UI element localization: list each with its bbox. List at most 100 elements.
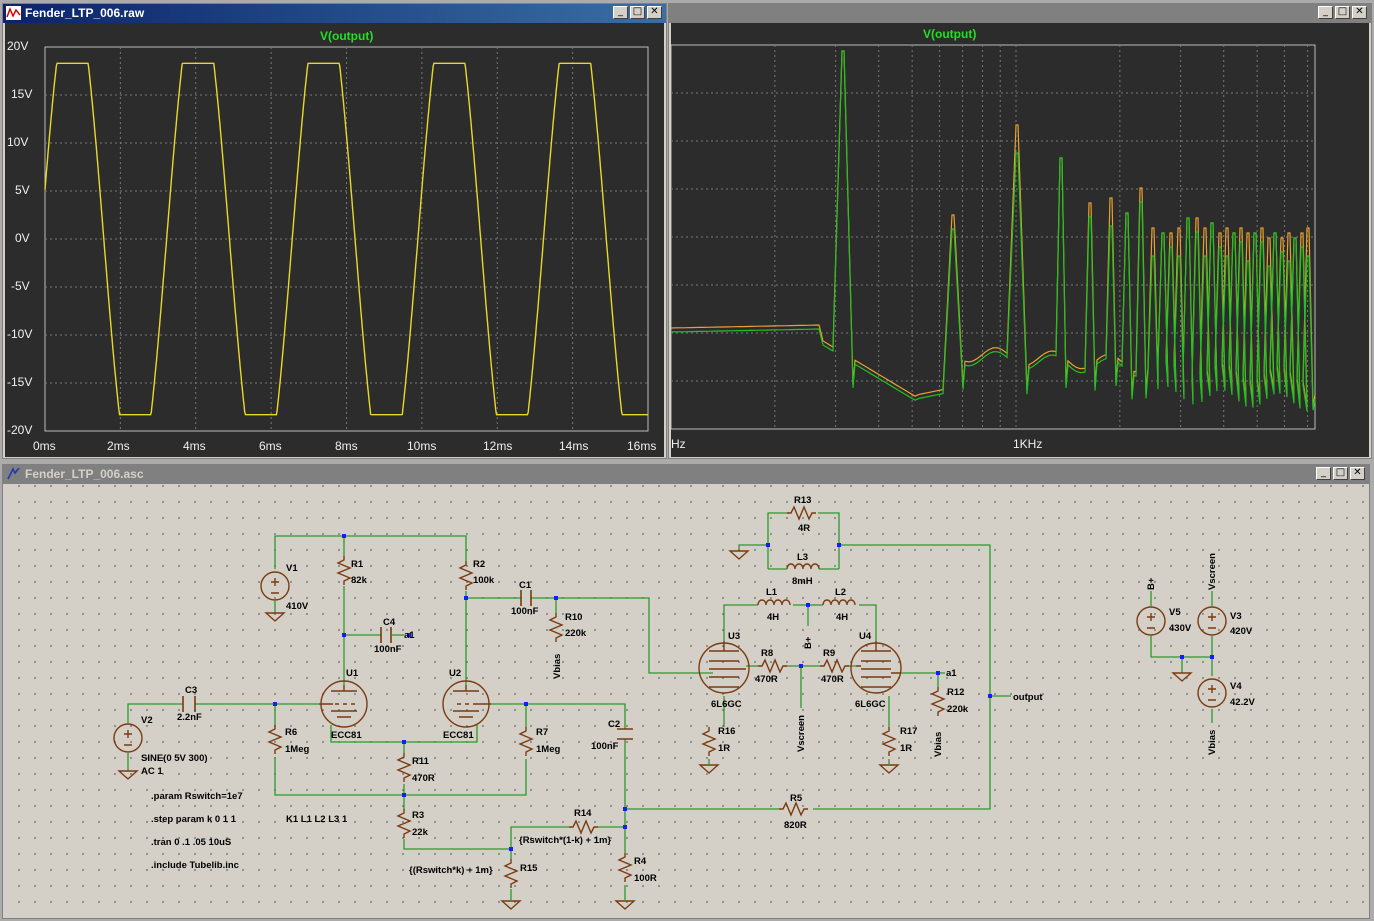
schematic-app-icon	[7, 467, 20, 480]
label-u3-value: 6L6GC	[711, 699, 742, 710]
maximize-button[interactable]: □	[1333, 467, 1348, 480]
tube-u2	[442, 680, 491, 728]
waveform-plot-area[interactable]: V(output) 20V 15V 10V 5V 0V -5V -10V -15…	[5, 23, 664, 457]
net-label-vscreen: Vscreen	[796, 715, 807, 752]
label-c3-name: C3	[185, 685, 197, 696]
waveform-title: Fender_LTP_006.raw	[25, 6, 145, 20]
resistors[interactable]	[267, 505, 946, 888]
label-v2-name: V2	[141, 715, 153, 726]
resistor-r11	[396, 753, 412, 782]
label-c2-value: 100nF	[591, 741, 619, 752]
label-r11-name: R11	[412, 756, 430, 767]
label-r3-name: R3	[412, 810, 424, 821]
schematic-titlebar[interactable]: Fender_LTP_006.asc _ □ ✕	[3, 465, 1369, 484]
source-v1	[260, 571, 290, 601]
label-r6-name: R6	[285, 727, 297, 738]
label-r7-name: R7	[536, 727, 548, 738]
net-label-vbias: Vbias	[933, 732, 944, 757]
label-u1-name: U1	[346, 668, 359, 679]
source-v4	[1197, 678, 1227, 708]
label-u4-name: U4	[859, 631, 872, 642]
resistor-r12	[930, 687, 946, 716]
resistor-r13	[787, 505, 816, 521]
label-r9-name: R9	[823, 648, 835, 659]
net-label-bplus: B+	[803, 636, 814, 649]
close-button[interactable]: ✕	[1350, 467, 1365, 480]
waveform-titlebar[interactable]: Fender_LTP_006.raw _ □ ✕	[3, 4, 666, 23]
inductor-l2	[822, 599, 856, 606]
resistor-r17	[881, 727, 897, 756]
tube-u1	[319, 680, 368, 728]
waveform-svg	[44, 46, 649, 432]
resistor-r5	[779, 801, 808, 817]
capacitor-c3	[182, 696, 196, 712]
spice-directives[interactable]: .param Rswitch=1e7 .step param k 0 1 1 .…	[151, 791, 348, 871]
label-r4-name: R4	[634, 856, 647, 867]
waveform-app-icon	[6, 6, 21, 20]
schematic-canvas[interactable]: R1 82k R2 100k C1 100nF R10 220k V1 410V…	[5, 484, 1367, 916]
minimize-button[interactable]: _	[1318, 6, 1333, 19]
resistor-r8	[758, 658, 787, 674]
resistor-r1	[336, 556, 352, 585]
label-u1-value: ECC81	[331, 730, 362, 741]
fft-window: _ □ ✕ V(output) Hz 1KHz	[668, 3, 1372, 459]
label-l2-value: 4H	[836, 612, 848, 623]
label-l2-name: L2	[835, 587, 846, 598]
label-r9-value: 470R	[821, 674, 844, 685]
label-r11-value: 470R	[412, 773, 435, 784]
label-c2-name: C2	[608, 719, 620, 730]
label-r12-name: R12	[947, 687, 964, 698]
net-label-a1: a1	[404, 630, 415, 641]
ground-symbols	[117, 550, 1193, 910]
label-v4-name: V4	[1230, 681, 1242, 692]
label-v3-name: V3	[1230, 611, 1242, 622]
tube-u3	[698, 641, 750, 694]
schematic-title: Fender_LTP_006.asc	[25, 467, 144, 481]
label-r10-value: 220k	[565, 628, 587, 639]
label-c4-value: 100nF	[374, 644, 402, 655]
label-r1-value: 82k	[351, 575, 368, 586]
trace-spectrum-green[interactable]	[671, 50, 1316, 412]
capacitor-c4	[380, 627, 392, 643]
label-r13-value: 4R	[798, 523, 810, 534]
tube-u4	[850, 641, 902, 694]
junctions	[273, 534, 1214, 851]
label-r12-value: 220k	[947, 704, 969, 715]
label-c4-name: C4	[383, 617, 396, 628]
label-r13-name: R13	[794, 495, 811, 506]
schematic-svg: R1 82k R2 100k C1 100nF R10 220k V1 410V…	[113, 495, 1255, 910]
minimize-button[interactable]: _	[1316, 467, 1331, 480]
label-v1-value: 410V	[286, 601, 309, 612]
label-r6-value: 1Meg	[285, 744, 309, 755]
waveform-window: Fender_LTP_006.raw _ □ ✕ V(output) 20V 1…	[2, 3, 667, 459]
label-r14-value: {Rswitch*(1-k) + 1m}	[519, 835, 611, 846]
resistor-r16	[701, 727, 717, 756]
label-r2-name: R2	[473, 559, 485, 570]
label-r5-name: R5	[790, 793, 803, 804]
voltage-sources[interactable]	[113, 571, 1227, 771]
schematic-window: Fender_LTP_006.asc _ □ ✕ R1 82k R2 100k …	[2, 464, 1370, 919]
tubes[interactable]	[319, 641, 902, 728]
trace-spectrum-orange[interactable]	[671, 50, 1316, 408]
directive-param: .param Rswitch=1e7	[151, 791, 243, 802]
label-r17-name: R17	[900, 726, 917, 737]
label-r7-value: 1Meg	[536, 744, 560, 755]
close-button[interactable]: ✕	[647, 6, 662, 19]
net-label-bplus: B+	[1146, 577, 1157, 590]
label-r4-value: 100R	[634, 873, 657, 884]
component-labels: R1 82k R2 100k C1 100nF R10 220k V1 410V…	[141, 495, 1255, 884]
fft-titlebar[interactable]: _ □ ✕	[669, 4, 1371, 23]
resistor-r4	[617, 853, 633, 882]
fft-plot-area[interactable]: V(output) Hz 1KHz	[671, 23, 1369, 457]
maximize-button[interactable]: □	[630, 6, 645, 19]
fft-svg	[671, 44, 1316, 430]
close-button[interactable]: ✕	[1352, 6, 1367, 19]
resistor-r6	[267, 725, 283, 754]
minimize-button[interactable]: _	[613, 6, 628, 19]
inductor-l3	[786, 563, 820, 570]
label-r10-name: R10	[565, 612, 582, 623]
label-r2-value: 100k	[473, 575, 495, 586]
maximize-button[interactable]: □	[1335, 6, 1350, 19]
net-label-a1: a1	[946, 668, 957, 679]
directive-coupling: K1 L1 L2 L3 1	[286, 814, 348, 825]
